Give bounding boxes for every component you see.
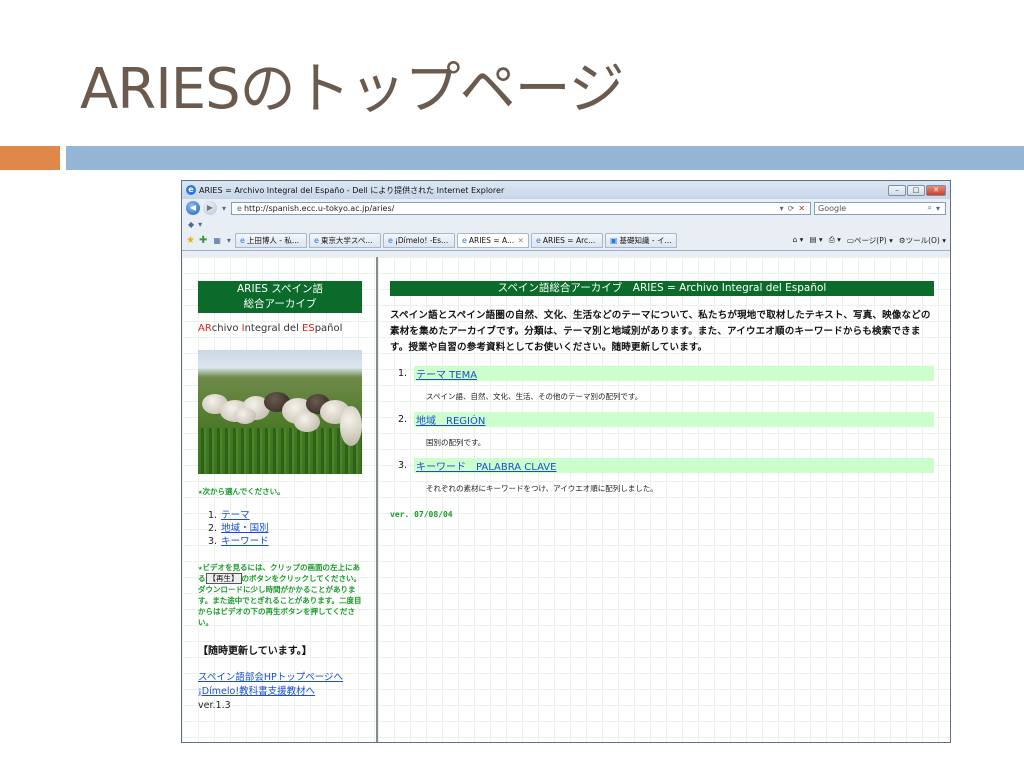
minimize-button[interactable]: –	[888, 184, 906, 196]
maximize-button[interactable]: □	[907, 184, 925, 196]
video-instructions: ★ビデオを見るには、クリップの画面の左上にある 【再生】 のボタンをクリックしてくだ…	[198, 563, 362, 627]
section-bar: テーマ TEMA	[414, 366, 934, 381]
feeds-icon[interactable]: ▤ ▾	[809, 235, 822, 246]
stop-icon[interactable]: ✕	[798, 204, 805, 213]
quick-tabs-icon[interactable]: ▦	[213, 236, 221, 245]
refresh-icon[interactable]: ⟳	[788, 204, 795, 213]
tab-4-active[interactable]: e ARIES = A... ✕	[456, 233, 529, 248]
print-icon[interactable]: ⎙ ▾	[829, 235, 841, 246]
sidebar-footer: スペイン語部会HPトップページへ ¡Dímelo!教科書支援教材へ ver.1.…	[198, 671, 362, 713]
slide-title: ARIESのトップページ	[80, 57, 625, 122]
tab-2[interactable]: e 東京大学スペ...	[308, 233, 381, 248]
sidebar-item-keyword: 3. キーワード	[208, 536, 269, 547]
right-frame: スペイン語総合アーカイブ ARIES = Archivo Integral de…	[378, 257, 950, 742]
tab-bar: ★ ✚ ▦ ▾ e 上田博人 - 私... e 東京大学スペ... e ¡Dímelo…	[182, 231, 950, 251]
link-region[interactable]: 地域・国別	[221, 523, 269, 534]
address-bar-row: ◀ ▶ ▾ e http://spanish.ecc.u-tokyo.ac.jp…	[182, 199, 950, 217]
page-icon: e	[237, 203, 242, 213]
tab-ie-icon: e	[535, 236, 541, 245]
tab-5[interactable]: e ARIES = Arc...	[530, 233, 603, 248]
update-notice: 【随時更新しています。】	[198, 646, 312, 657]
sidebar-header: ARIES スペイン語 総合アーカイブ	[198, 281, 362, 313]
window-titlebar: e ARIES = Archivo Integral del Españo - …	[182, 181, 950, 199]
grass	[198, 428, 362, 474]
forward-button[interactable]: ▶	[203, 201, 217, 215]
home-icon[interactable]: ⌂ ▾	[793, 235, 804, 246]
link-palabra-clave[interactable]: キーワード PALABRA CLAVE	[416, 458, 556, 473]
sidebar-item-region: 2. 地域・国別	[208, 523, 269, 534]
add-favorites-icon[interactable]: ✚	[199, 235, 207, 246]
favorites-bar-icon[interactable]: ◆	[188, 220, 194, 229]
close-window-button[interactable]: ✕	[926, 184, 946, 196]
tab-ie-icon: e	[387, 236, 393, 245]
archivo-title: ARchivo Integral del ESpañol	[198, 323, 343, 334]
tab-1[interactable]: e 上田博人 - 私...	[234, 233, 307, 248]
sheep-photo	[198, 350, 362, 474]
tab-6[interactable]: ▣ 基礎知識 - イ...	[604, 233, 677, 248]
link-spanish-dept[interactable]: スペイン語部会HPトップページへ	[198, 671, 362, 685]
sidebar-item-theme: 1. テーマ	[208, 510, 250, 521]
accent-bar-blue	[66, 146, 1024, 170]
tab-ie-icon: e	[239, 236, 245, 245]
main-header: スペイン語総合アーカイブ ARIES = Archivo Integral de…	[390, 281, 934, 296]
section-description: スペイン語、自然、文化、生活、その他のテーマ別の配列です。	[426, 392, 643, 401]
tab-list-icon[interactable]: ▾	[227, 236, 231, 245]
favorites-bar-dropdown-icon[interactable]: ▾	[198, 220, 202, 229]
section-bar: 地域 REGIÓN	[414, 412, 934, 427]
section-keyword: 3. キーワード PALABRA CLAVE それぞれの素材にキーワードをつけ、…	[390, 458, 934, 494]
tab-ie-icon: e	[461, 236, 467, 245]
search-input[interactable]: Google ⌕ ▾	[814, 201, 946, 215]
sidebar-nav: 1. テーマ 2. 地域・国別 3. キーワード	[198, 509, 362, 548]
browser-window: e ARIES = Archivo Integral del Españo - …	[181, 180, 951, 743]
address-input[interactable]: e http://spanish.ecc.u-tokyo.ac.jp/aries…	[231, 201, 812, 215]
sidebar-version: ver.1.3	[198, 700, 231, 711]
search-icon[interactable]: ⌕	[928, 203, 932, 213]
ie-logo-icon: e	[186, 185, 196, 195]
favorites-bar: ◆ ▾	[182, 217, 950, 231]
link-keyword[interactable]: キーワード	[221, 536, 269, 547]
link-tema[interactable]: テーマ TEMA	[416, 366, 477, 381]
search-placeholder: Google	[818, 203, 847, 213]
section-number: 1.	[398, 368, 408, 379]
close-tab-icon[interactable]: ✕	[518, 236, 524, 245]
command-bar: ⌂ ▾ ▤ ▾ ⎙ ▾ ▭ページ(P) ▾ ⚙ツール(O) ▾	[793, 235, 946, 246]
tab-site-icon: ▣	[609, 236, 618, 245]
section-theme: 1. テーマ TEMA スペイン語、自然、文化、生活、その他のテーマ別の配列です…	[390, 366, 934, 402]
dropdown-arrow-icon[interactable]: ▾	[222, 204, 226, 213]
main-version: ver. 07/08/04	[390, 510, 453, 519]
left-frame: ARIES スペイン語 総合アーカイブ ARchivo Integral del…	[182, 257, 378, 742]
section-description: 国別の配列です。	[426, 438, 486, 447]
url-dropdown-icon[interactable]: ▾	[780, 204, 784, 213]
section-number: 2.	[398, 414, 408, 425]
play-button-sample: 【再生】	[205, 573, 242, 584]
section-description: それぞれの素材にキーワードをつけ、アイウエオ順に配列しました。	[426, 484, 658, 493]
window-title: ARIES = Archivo Integral del Españo - De…	[199, 185, 505, 195]
back-button[interactable]: ◀	[186, 201, 200, 215]
search-dropdown-icon[interactable]: ▾	[936, 204, 940, 213]
url-text: http://spanish.ecc.u-tokyo.ac.jp/aries/	[243, 203, 395, 213]
tab-ie-icon: e	[313, 236, 319, 245]
tab-3[interactable]: e ¡Dímelo! -Es...	[382, 233, 455, 248]
link-region-main[interactable]: 地域 REGIÓN	[416, 412, 485, 427]
link-theme[interactable]: テーマ	[221, 510, 250, 521]
window-controls: – □ ✕	[888, 184, 946, 196]
section-number: 3.	[398, 460, 408, 471]
choose-instruction: ★次から選んでください。	[198, 487, 285, 496]
tools-menu[interactable]: ⚙ツール(O) ▾	[899, 235, 946, 246]
intro-text: スペイン語とスペイン語圏の自然、文化、生活などのテーマについて、私たちが現地で取…	[390, 310, 931, 353]
page-content: ARIES スペイン語 総合アーカイブ ARchivo Integral del…	[182, 257, 950, 742]
page-menu[interactable]: ▭ページ(P) ▾	[847, 235, 893, 246]
section-region: 2. 地域 REGIÓN 国別の配列です。	[390, 412, 934, 448]
accent-bar-orange	[0, 146, 60, 170]
link-dimelo[interactable]: ¡Dímelo!教科書支援教材へ	[198, 685, 362, 699]
section-bar: キーワード PALABRA CLAVE	[414, 458, 934, 473]
favorites-star-icon[interactable]: ★	[186, 235, 195, 246]
